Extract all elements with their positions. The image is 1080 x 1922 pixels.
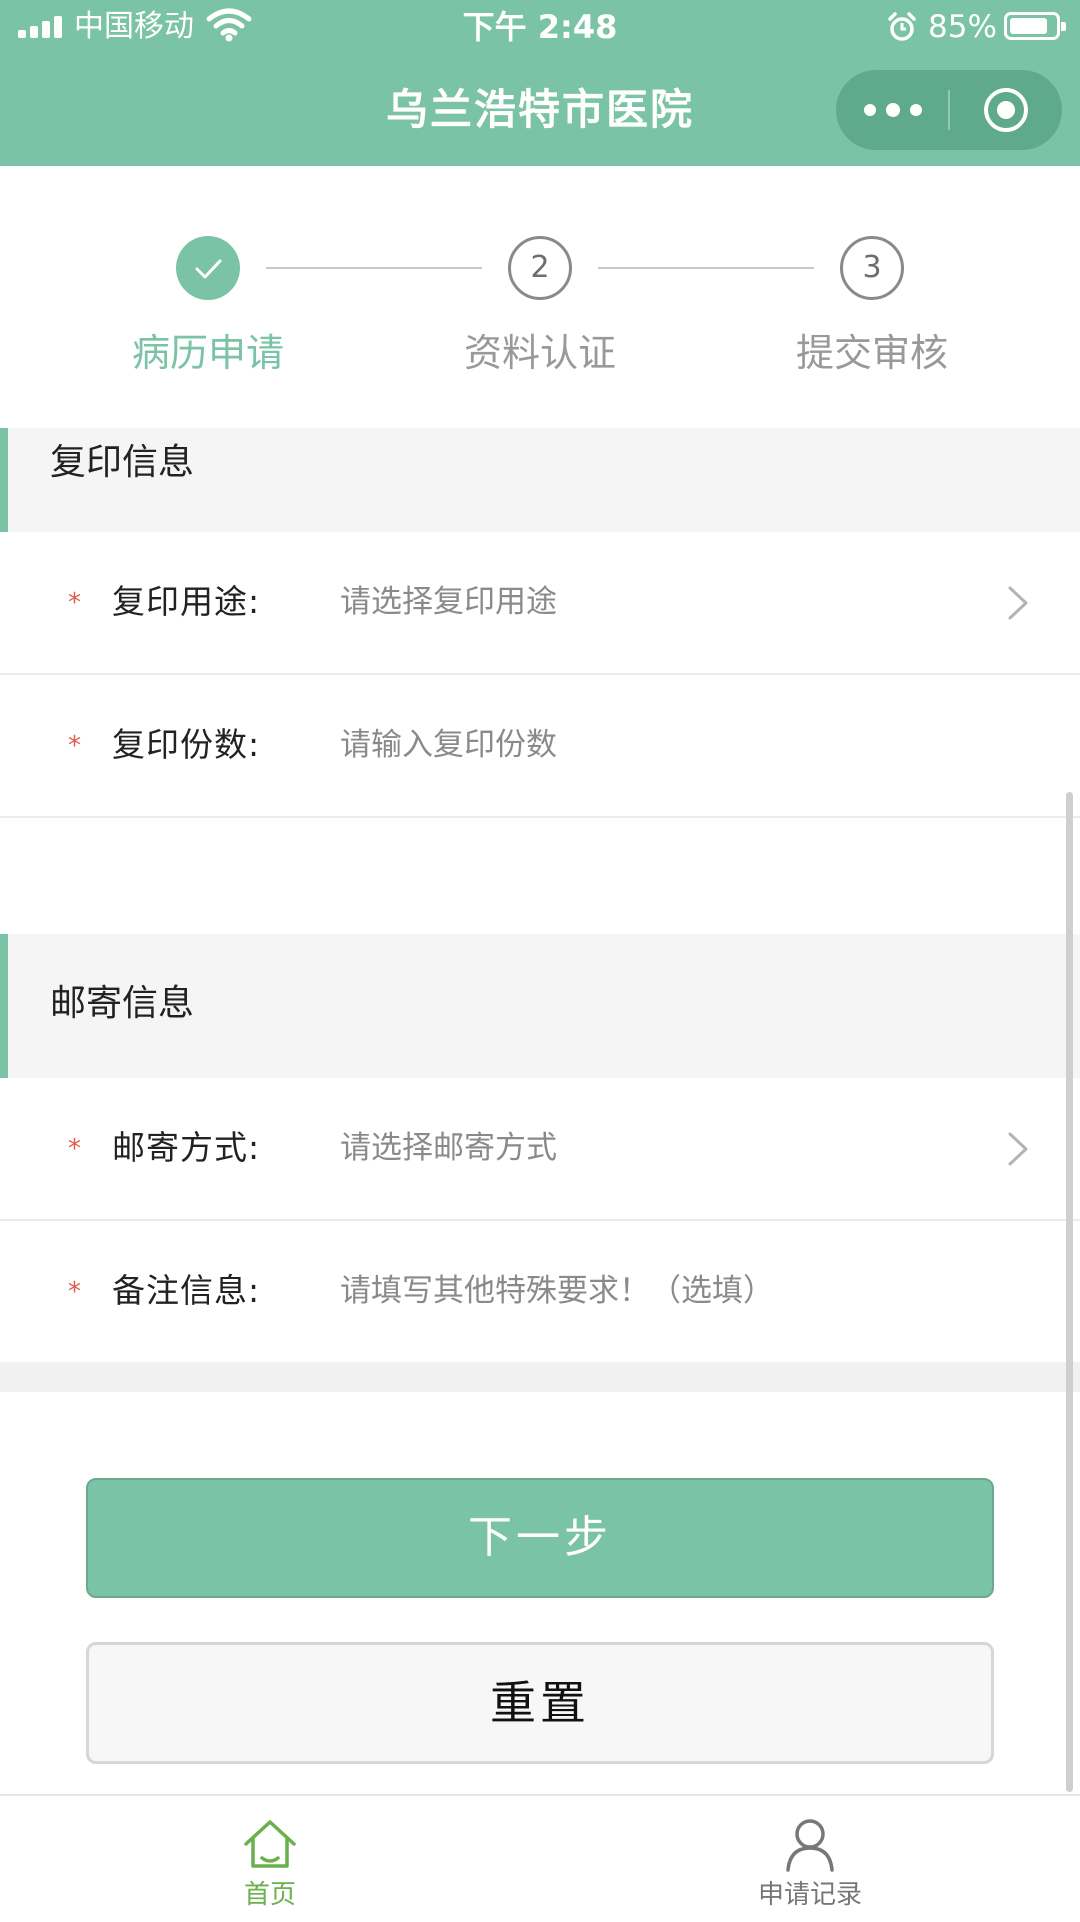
mail-method-select[interactable]: 请选择邮寄方式 bbox=[340, 1124, 557, 1172]
required-mark: * bbox=[68, 731, 81, 761]
step-1-label: 病历申请 bbox=[131, 331, 284, 375]
battery-percent: 85% bbox=[928, 9, 997, 45]
copy-info-header: 复印信息 bbox=[0, 428, 1080, 532]
field-label: 复印份数: bbox=[112, 725, 261, 764]
mail-method-field[interactable]: * 邮寄方式: 请选择邮寄方式 bbox=[0, 1078, 1080, 1221]
alarm-icon bbox=[888, 12, 916, 41]
remark-input[interactable]: 请填写其他特殊要求！（选填） bbox=[340, 1267, 774, 1315]
remark-field[interactable]: * 备注信息: 请填写其他特殊要求！（选填） bbox=[0, 1221, 1080, 1364]
section-accent-bar bbox=[0, 934, 8, 1078]
field-label: 邮寄方式: bbox=[112, 1128, 261, 1167]
miniprogram-capsule bbox=[836, 70, 1062, 150]
mail-info-header: 邮寄信息 bbox=[0, 934, 1080, 1078]
home-icon bbox=[244, 1820, 296, 1868]
step-1-check-icon bbox=[176, 236, 240, 300]
step-connector bbox=[266, 267, 482, 269]
next-step-button[interactable]: 下一步 bbox=[86, 1478, 994, 1598]
section-accent-bar bbox=[0, 428, 8, 532]
tab-label: 首页 bbox=[243, 1880, 296, 1910]
status-bar: 中国移动 下午 2:48 85% bbox=[0, 0, 1080, 54]
close-miniprogram-icon[interactable] bbox=[984, 88, 1028, 132]
chevron-right-icon bbox=[1008, 586, 1028, 620]
step-3-label: 提交审核 bbox=[795, 331, 948, 375]
step-3-number: 3 bbox=[840, 236, 904, 300]
copy-purpose-select[interactable]: 请选择复印用途 bbox=[340, 578, 557, 626]
battery-icon bbox=[1004, 12, 1066, 40]
section-title: 邮寄信息 bbox=[50, 983, 195, 1024]
tab-application-records[interactable]: 申请记录 bbox=[540, 1796, 1080, 1922]
form-bottom-shadow bbox=[0, 1362, 1080, 1392]
battery-level bbox=[1010, 18, 1047, 34]
capsule-divider bbox=[948, 90, 950, 130]
progress-stepper: 2 3 病历申请 资料认证 提交审核 bbox=[0, 166, 1080, 428]
field-label: 备注信息: bbox=[112, 1271, 261, 1310]
required-mark: * bbox=[68, 588, 81, 618]
step-2-number: 2 bbox=[508, 236, 572, 300]
tab-label: 申请记录 bbox=[757, 1880, 862, 1910]
copy-count-input[interactable]: 请输入复印份数 bbox=[340, 721, 557, 769]
section-title: 复印信息 bbox=[50, 442, 195, 483]
copy-purpose-field[interactable]: * 复印用途: 请选择复印用途 bbox=[0, 532, 1080, 675]
user-icon bbox=[786, 1819, 834, 1872]
section-spacer bbox=[0, 818, 1080, 934]
reset-button[interactable]: 重置 bbox=[86, 1642, 994, 1764]
required-mark: * bbox=[68, 1277, 81, 1307]
tab-home[interactable]: 首页 bbox=[0, 1796, 540, 1922]
copy-count-field[interactable]: * 复印份数: 请输入复印份数 bbox=[0, 675, 1080, 818]
app-header: 中国移动 下午 2:48 85% 乌兰浩特市医院 bbox=[0, 0, 1080, 166]
step-connector bbox=[598, 267, 814, 269]
required-mark: * bbox=[68, 1134, 81, 1164]
scrollbar[interactable] bbox=[1066, 792, 1073, 1792]
step-2-label: 资料认证 bbox=[463, 331, 616, 375]
chevron-right-icon bbox=[1008, 1132, 1028, 1166]
status-time: 下午 2:48 bbox=[462, 8, 618, 46]
bottom-tab-bar: 首页 申请记录 bbox=[0, 1794, 1080, 1920]
more-options-button[interactable] bbox=[836, 70, 948, 150]
field-label: 复印用途: bbox=[112, 582, 261, 621]
